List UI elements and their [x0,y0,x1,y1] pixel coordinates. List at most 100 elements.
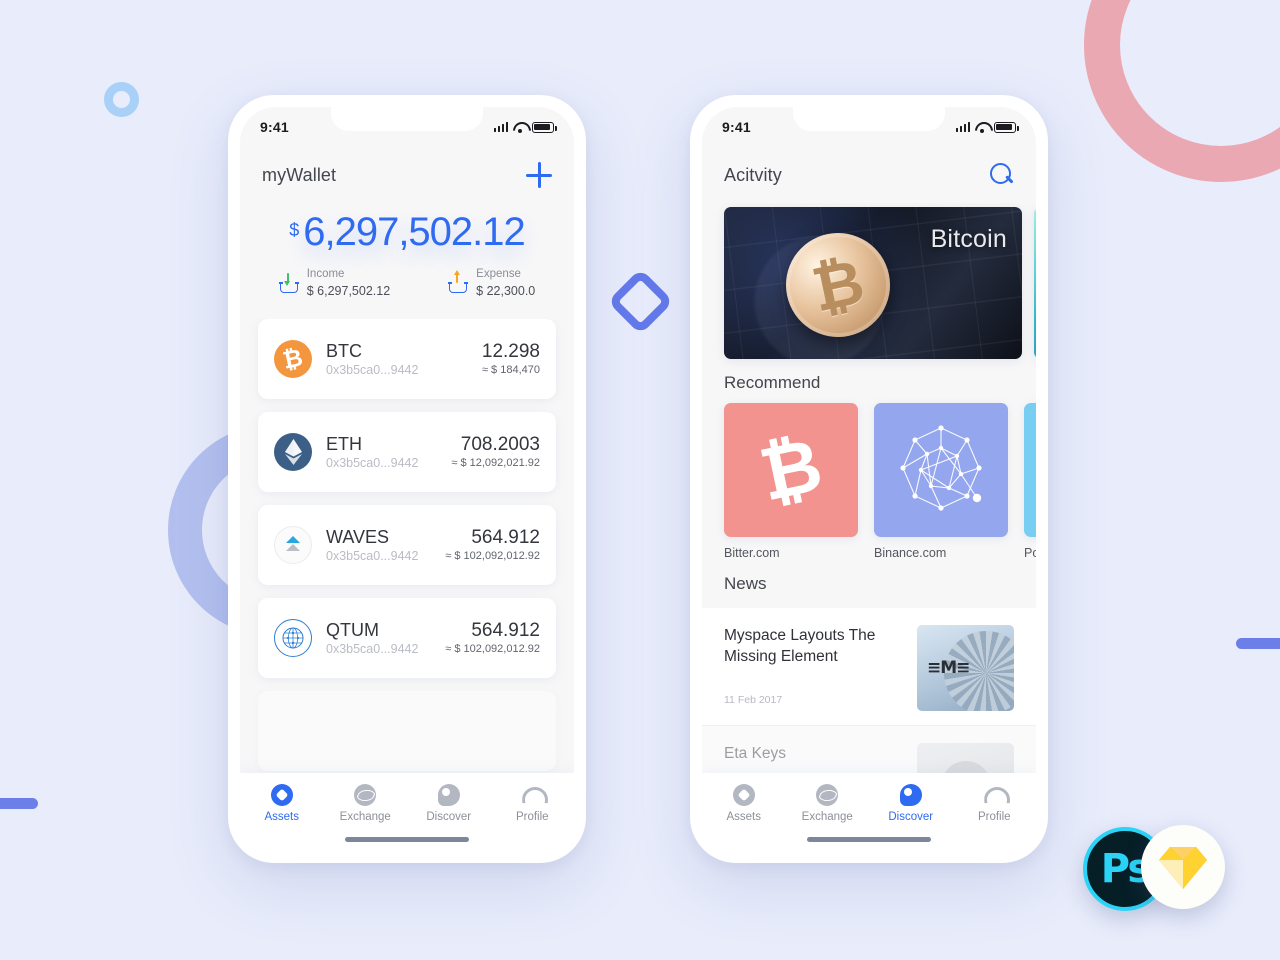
asset-amount: 12.298 [481,340,540,362]
news-list[interactable]: Myspace Layouts The Missing Element 11 F… [702,608,1036,773]
btc-coin-icon: ₿ [274,340,312,379]
status-icons [493,121,557,133]
news-thumbnail [917,743,1014,773]
asset-amount: 708.2003 [460,433,540,455]
tab-label: Discover [426,811,472,823]
asset-fiat: ≈ $ 102,092,012.92 [445,549,540,562]
tab-label: Assets [726,811,761,823]
income-expense-row: Income $ 6,297,502.12 Expense $ 22,300.0 [240,267,574,299]
decorative-bar-left [0,798,38,809]
asset-fiat: ≈ $ 184,470 [481,363,540,376]
expense-label: Expense [476,268,521,280]
exchange-icon [816,784,839,806]
balance-section: $ 6,297,502.12 Income $ 6,297,502.12 Exp… [240,203,574,320]
signal-bars-icon [955,122,970,132]
table-row[interactable]: QTUM 0x3b5ca0...9442 564.912 ≈ $ 102,092… [258,598,556,679]
list-item[interactable]: Polone [1024,403,1036,560]
asset-address: 0x3b5ca0...9442 [326,548,419,563]
qtum-coin-icon [274,619,312,658]
home-indicator[interactable] [807,837,931,842]
table-row[interactable]: ₿ BTC 0x3b5ca0...9442 12.298 ≈ $ 184,470 [258,319,556,400]
poloniex-icon [1024,403,1036,537]
asset-address: 0x3b5ca0...9442 [326,362,419,377]
asset-symbol: BTC [326,340,362,361]
expense-upload-icon [448,269,468,294]
banner-label: Bitcoin [930,225,1007,253]
asset-list[interactable]: ₿ BTC 0x3b5ca0...9442 12.298 ≈ $ 184,470 [240,319,574,773]
asset-fiat: ≈ $ 102,092,012.92 [445,642,540,655]
news-title: Myspace Layouts The Missing Element [724,627,876,666]
phone-mockup-wallet: 9:41 myWallet $ 6,297,502.12 Income $ 6,… [228,95,586,863]
search-icon[interactable] [990,163,1014,187]
asset-address: 0x3b5ca0...9442 [326,455,419,470]
tab-profile[interactable]: Profile [953,784,1037,823]
asset-symbol: ETH [326,433,362,454]
bottom-tab-bar[interactable]: Assets Exchange Discover Profile [702,773,1036,851]
bottom-tab-bar[interactable]: Assets Exchange Discover Profile [240,773,574,851]
exchange-icon [354,784,377,806]
asset-symbol: QTUM [326,619,379,640]
balance-row: $ 6,297,502.12 [240,211,574,253]
wifi-icon [513,122,527,133]
tab-label: Assets [264,811,299,823]
table-row[interactable]: WAVES 0x3b5ca0...9442 564.912 ≈ $ 102,09… [258,505,556,586]
phone-mockup-discover: 9:41 Acitvity ₿ Bitcoin Recommend ₿ Bitt… [690,95,1048,863]
tab-assets[interactable]: Assets [240,784,324,823]
decorative-bar-right [1236,638,1280,649]
page-title: Acitvity [724,164,782,185]
currency-symbol: $ [289,220,300,240]
poster-canvas: 9:41 myWallet $ 6,297,502.12 Income $ 6,… [0,0,1280,960]
asset-amount: 564.912 [471,619,540,641]
tab-exchange[interactable]: Exchange [324,784,408,823]
tab-label: Profile [515,811,549,823]
bitcoin-b-icon: ₿ [724,403,858,537]
tab-exchange[interactable]: Exchange [786,784,870,823]
discover-icon [899,784,922,806]
decorative-diamond [607,268,674,335]
discover-app-bar: Acitvity [702,147,1036,203]
sketch-gem-icon [1141,825,1225,909]
expense-value: $ 22,300.0 [476,283,536,298]
battery-icon [532,121,557,133]
table-row-partial[interactable] [258,691,556,772]
recommend-name: Binance.com [874,546,947,560]
profile-icon [983,784,1005,806]
notch [793,107,945,131]
list-item[interactable]: ₿ Bitter.com [724,403,858,560]
decorative-pink-ring [1084,0,1280,182]
list-item[interactable]: Myspace Layouts The Missing Element 11 F… [702,608,1036,726]
recommend-heading: Recommend [724,373,821,392]
tab-discover[interactable]: Discover [869,784,953,823]
status-time: 9:41 [260,119,289,135]
notch [331,107,483,131]
expense-block: Expense $ 22,300.0 [448,267,535,299]
tab-label: Exchange [339,811,391,823]
banner-card[interactable] [1034,207,1036,359]
income-download-icon [278,273,299,294]
banner-card[interactable]: ₿ Bitcoin [724,207,1022,359]
tab-profile[interactable]: Profile [491,784,575,823]
plus-icon[interactable] [526,162,552,188]
list-item[interactable]: Binance.com [874,403,1008,560]
tab-label: Discover [888,811,934,823]
recommend-carousel[interactable]: ₿ Bitter.com Binance.com Po [702,403,1036,560]
list-item[interactable]: Eta Keys [702,726,1036,773]
assets-icon [732,784,755,806]
signal-bars-icon [493,122,508,132]
news-date: 11 Feb 2017 [724,693,783,706]
binance-network-icon [874,403,1008,537]
decorative-blue-ring-small [104,82,139,117]
table-row[interactable]: ETH 0x3b5ca0...9442 708.2003 ≈ $ 12,092,… [258,412,556,493]
status-icons [955,121,1019,133]
tab-discover[interactable]: Discover [407,784,491,823]
tab-label: Profile [977,811,1011,823]
status-time: 9:41 [722,119,751,135]
wallet-screen: 9:41 myWallet $ 6,297,502.12 Income $ 6,… [240,107,574,851]
banner-carousel[interactable]: ₿ Bitcoin [702,203,1036,359]
page-title: myWallet [262,164,337,185]
wallet-app-bar: myWallet [240,147,574,203]
asset-symbol: WAVES [326,526,390,547]
recommend-name: Polone [1024,546,1036,560]
tab-assets[interactable]: Assets [702,784,786,823]
home-indicator[interactable] [345,837,469,842]
